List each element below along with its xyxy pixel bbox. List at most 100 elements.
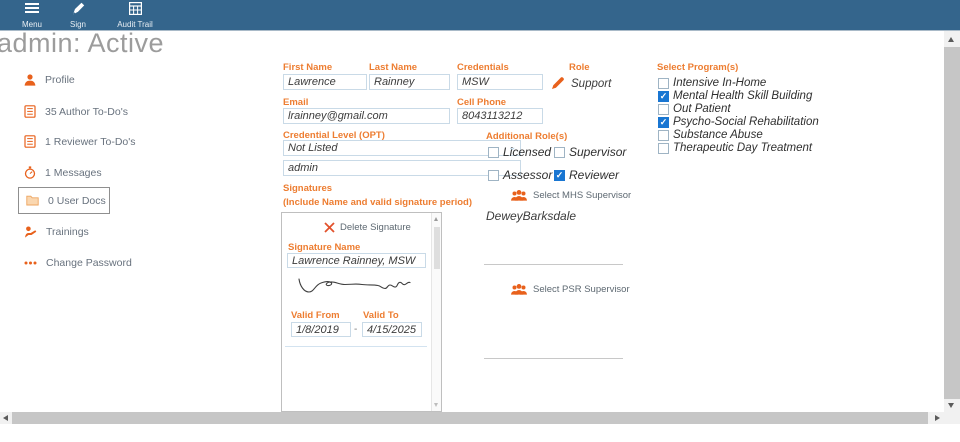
valid-to-label: Valid To [363,310,399,321]
mhs-supervisor-value: DeweyBarksdale [486,209,576,223]
select-programs-label: Select Program(s) [657,62,738,73]
signature-image [295,273,415,301]
vertical-scrollbar[interactable] [944,31,960,412]
checkbox-box[interactable] [554,170,565,181]
select-psr-supervisor-label: Select PSR Supervisor [533,284,630,295]
signature-name-field[interactable] [287,253,426,268]
delete-signature-label: Delete Signature [340,222,411,233]
select-mhs-supervisor-label: Select MHS Supervisor [533,190,631,201]
sidebar-item-user-docs[interactable]: 0 User Docs [18,187,110,214]
last-name-field[interactable] [369,74,450,90]
checkbox-box[interactable] [658,78,669,89]
checkbox-label: Supervisor [569,145,626,159]
sidebar-item-label: 0 User Docs [48,195,106,207]
checkbox-box[interactable] [658,104,669,115]
sidebar-item-profile[interactable]: Profile [24,74,75,86]
horizontal-scrollbar[interactable] [0,412,944,424]
scrollbar-thumb[interactable] [434,227,440,269]
sidebar-item-trainings[interactable]: Trainings [24,226,89,238]
role-label: Role [569,62,590,73]
scroll-up-icon[interactable] [948,37,954,42]
menu-icon [25,2,39,14]
sidebar-item-change-password[interactable]: Change Password [24,257,132,269]
checkbox-substance-abuse[interactable]: Substance Abuse [658,129,763,141]
signature-entry-divider [285,346,427,347]
supervisor-divider [484,264,623,265]
stopwatch-icon [24,166,36,179]
checkbox-psycho-social-rehabilitation[interactable]: Psycho-Social Rehabilitation [658,116,819,128]
checkbox-label: Out Patient [673,103,731,115]
checkbox-label: Reviewer [569,168,619,182]
checkbox-box[interactable] [554,147,565,158]
scroll-left-icon[interactable] [3,415,8,421]
credential-level-select[interactable]: Not Listed ⌄ [283,140,521,156]
sidebar-item-label: Change Password [46,257,132,269]
audit-trail-button[interactable]: Audit Trail [105,2,165,29]
checkbox-out-patient[interactable]: Out Patient [658,103,731,115]
scroll-down-icon[interactable] [948,403,954,408]
audit-trail-icon [129,2,142,15]
horizontal-scrollbar-thumb[interactable] [12,412,928,424]
sidebar-item-reviewer-todos[interactable]: 1 Reviewer To-Do's [24,135,136,148]
checkbox-box[interactable] [658,91,669,102]
signature-panel-scrollbar[interactable] [431,213,441,411]
trainer-icon [24,226,37,238]
sidebar-item-label: 35 Author To-Do's [45,106,128,118]
sidebar-item-label: 1 Messages [45,167,102,179]
checkbox-assessor[interactable]: Assessor [488,168,552,182]
person-icon [24,74,36,86]
cell-phone-label: Cell Phone [457,97,506,108]
signature-panel: Delete Signature Signature Name Valid Fr… [281,212,442,412]
menu-button[interactable]: Menu [12,2,52,29]
checkbox-label: Intensive In-Home [673,77,766,89]
checkbox-intensive-in-home[interactable]: Intensive In-Home [658,77,766,89]
cell-phone-field[interactable] [457,108,543,124]
user-profile-page: Menu Sign Audit Trail admin: Active [0,0,960,442]
pencil-icon[interactable] [551,76,565,90]
checkbox-box[interactable] [658,117,669,128]
last-name-label: Last Name [369,62,417,73]
checkbox-box[interactable] [658,130,669,141]
checkbox-label: Mental Health Skill Building [673,90,812,102]
valid-from-label: Valid From [291,310,340,321]
valid-from-field[interactable] [291,322,351,337]
select-mhs-supervisor-button[interactable]: Select MHS Supervisor [510,189,631,201]
sign-icon [72,2,85,15]
people-group-icon [510,189,528,201]
checkbox-label: Assessor [503,168,552,182]
checkbox-licensed[interactable]: Licensed [488,145,551,159]
checkbox-box[interactable] [488,147,499,158]
scroll-down-icon[interactable] [434,403,438,407]
people-group-icon [510,283,528,295]
checkbox-box[interactable] [658,143,669,154]
date-range-separator: - [354,324,357,335]
credentials-label: Credentials [457,62,509,73]
x-delete-icon [324,222,335,233]
select-psr-supervisor-button[interactable]: Select PSR Supervisor [510,283,630,295]
sign-button[interactable]: Sign [58,2,98,29]
sidebar-item-label: Profile [45,74,75,86]
checkbox-therapeutic-day-treatment[interactable]: Therapeutic Day Treatment [658,142,812,154]
credential-level-value: Not Listed [288,142,338,154]
checkbox-supervisor[interactable]: Supervisor [554,145,626,159]
sidebar-item-messages[interactable]: 1 Messages [24,166,102,179]
scroll-up-icon[interactable] [434,217,438,221]
vertical-scrollbar-thumb[interactable] [944,47,960,399]
username-field[interactable] [283,160,521,176]
valid-to-field[interactable] [362,322,422,337]
additional-roles-label: Additional Role(s) [486,131,567,142]
scroll-right-icon[interactable] [935,415,940,421]
checkbox-reviewer[interactable]: Reviewer [554,168,619,182]
sidebar-item-author-todos[interactable]: 35 Author To-Do's [24,105,128,118]
checkbox-label: Licensed [503,145,551,159]
checkbox-mental-health-skill-building[interactable]: Mental Health Skill Building [658,90,812,102]
credentials-field[interactable] [457,74,543,90]
todo-list-icon [24,135,36,148]
checkbox-label: Psycho-Social Rehabilitation [673,116,819,128]
first-name-field[interactable] [283,74,367,90]
checkbox-label: Substance Abuse [673,129,763,141]
checkbox-box[interactable] [488,170,499,181]
signature-name-label: Signature Name [288,242,360,253]
delete-signature-button[interactable]: Delete Signature [324,222,411,233]
email-field[interactable] [283,108,450,124]
